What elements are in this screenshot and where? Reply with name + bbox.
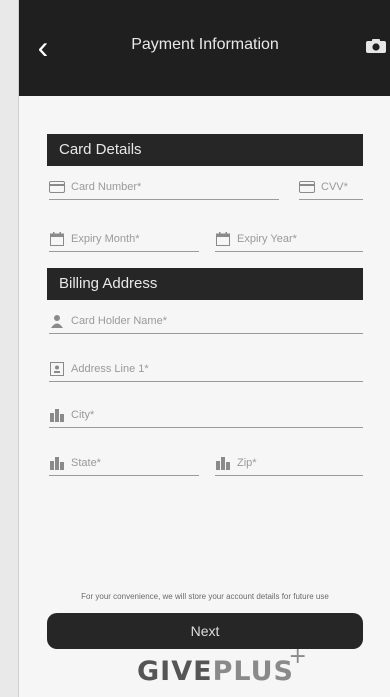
expiry-year-placeholder: Expiry Year* bbox=[237, 232, 297, 245]
card-icon bbox=[49, 179, 65, 195]
logo-cross-mark: + bbox=[288, 644, 308, 669]
city-icon bbox=[49, 455, 65, 471]
city-field[interactable]: City* bbox=[49, 402, 363, 428]
card-number-field[interactable]: Card Number* bbox=[49, 174, 279, 200]
camera-button[interactable] bbox=[365, 38, 387, 54]
card-icon bbox=[299, 179, 315, 195]
address-line-placeholder: Address Line 1* bbox=[71, 362, 149, 375]
card-holder-name-field[interactable]: Card Holder Name* bbox=[49, 308, 363, 334]
cvv-field[interactable]: CVV* bbox=[299, 174, 363, 200]
storage-notice: For your convenience, we will store your… bbox=[81, 592, 329, 601]
page-title: Payment Information bbox=[131, 36, 279, 53]
city-placeholder: City* bbox=[71, 408, 95, 421]
chevron-left-icon: ‹ bbox=[37, 29, 49, 65]
zip-placeholder: Zip* bbox=[237, 456, 257, 469]
app-screen: ‹ Payment Information Card Details Card … bbox=[18, 0, 390, 697]
state-field[interactable]: State* bbox=[49, 450, 199, 476]
expiry-month-placeholder: Expiry Month* bbox=[71, 232, 140, 245]
camera-icon bbox=[366, 39, 386, 53]
billing-address-heading: Billing Address bbox=[47, 268, 363, 300]
giveplus-logo: GIVEPLUS + bbox=[137, 644, 307, 692]
zip-field[interactable]: Zip* bbox=[215, 450, 363, 476]
address-line-field[interactable]: Address Line 1* bbox=[49, 356, 363, 382]
state-placeholder: State* bbox=[71, 456, 101, 469]
cvv-placeholder: CVV* bbox=[321, 180, 348, 193]
city-icon bbox=[215, 455, 231, 471]
calendar-icon bbox=[215, 231, 231, 247]
expiry-year-field[interactable]: Expiry Year* bbox=[215, 226, 363, 252]
logo-give-text: GIVE bbox=[137, 656, 213, 687]
header-bar: ‹ Payment Information bbox=[19, 0, 390, 96]
address-icon bbox=[49, 361, 65, 377]
expiry-month-field[interactable]: Expiry Month* bbox=[49, 226, 199, 252]
back-button[interactable]: ‹ bbox=[29, 30, 57, 64]
calendar-icon bbox=[49, 231, 65, 247]
next-button[interactable]: Next bbox=[47, 613, 363, 649]
card-number-placeholder: Card Number* bbox=[71, 180, 142, 193]
person-icon bbox=[49, 313, 65, 329]
city-icon bbox=[49, 407, 65, 423]
logo-plus-text: PLUS bbox=[212, 656, 294, 687]
card-details-heading: Card Details bbox=[47, 134, 363, 166]
card-holder-placeholder: Card Holder Name* bbox=[71, 314, 167, 327]
